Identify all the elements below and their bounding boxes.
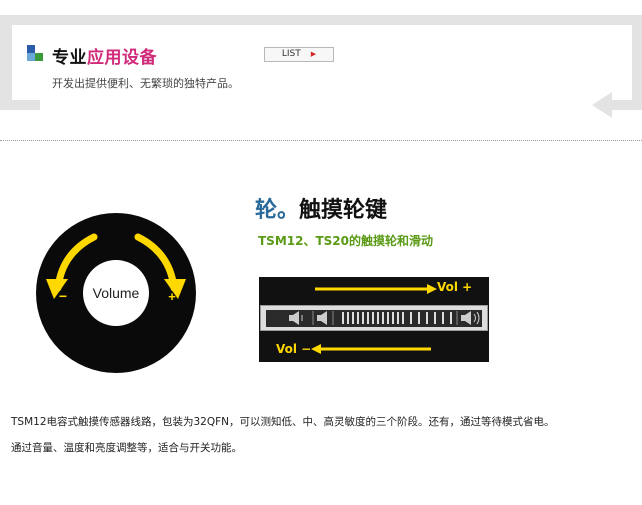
vol-plus-arrow-head-icon [427, 284, 437, 294]
frame-right-bottom-bar [612, 100, 642, 110]
vol-minus-arrow-head-icon [311, 344, 321, 354]
header-frame [0, 0, 642, 140]
frame-arrow-icon [592, 92, 612, 118]
description-line-1: TSM12电容式触摸传感器线路，包装为32QFN，可以测知低、中、高灵敏度的三个… [11, 416, 555, 428]
speaker-mid-icon [317, 311, 327, 325]
volume-wheel: Volume − + [36, 213, 196, 373]
triangle-right-icon: ▶ [310, 50, 317, 58]
list-button[interactable]: LIST ▶ [264, 47, 334, 62]
feature-heading-part2: 触摸轮键 [299, 198, 388, 223]
slider-ticks [342, 312, 452, 324]
list-button-label: LIST [281, 49, 301, 59]
page-title-part1: 专业 [52, 48, 87, 68]
description-line-2: 通过音量、温度和亮度调整等，适合与开关功能。 [11, 442, 242, 454]
speaker-high-icon [461, 311, 480, 325]
frame-left-bottom-bar [0, 100, 40, 110]
page-title-part2: 应用设备 [87, 48, 157, 68]
feature-heading-part1: 轮。 [255, 198, 300, 223]
feature-subheading: TSM12、TS20的触摸轮和滑动 [258, 234, 433, 248]
feature-heading: 轮。触摸轮键 [255, 192, 387, 224]
page-subtitle: 开发出提供便利、无繁琐的独特产品。 [52, 77, 239, 90]
vol-minus-label: Vol − [276, 342, 312, 356]
wheel-center-label: Volume [93, 285, 140, 301]
wheel-minus-label: − [59, 288, 67, 304]
frame-left-bar [0, 15, 12, 110]
page-title: 专业应用设备 [52, 43, 157, 68]
wheel-plus-label: + [168, 289, 176, 304]
dotted-divider [0, 140, 642, 141]
vol-plus-label: Vol + [437, 280, 473, 294]
speaker-low-icon [289, 311, 303, 325]
frame-top-bar [0, 15, 642, 25]
brand-squares-icon [27, 45, 45, 63]
frame-right-bar [632, 15, 642, 110]
